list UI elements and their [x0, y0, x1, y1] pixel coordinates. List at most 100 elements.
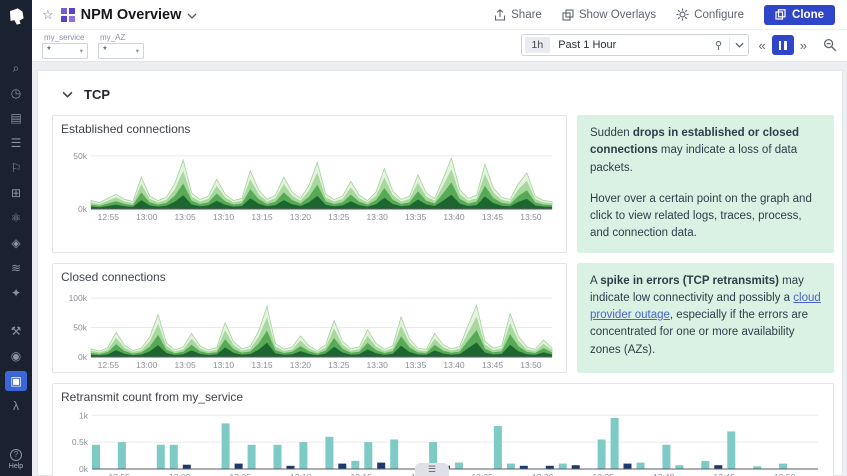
svg-text:13:10: 13:10: [213, 212, 235, 222]
time-range-short: 1h: [524, 37, 551, 53]
note-text: A: [590, 274, 601, 287]
share-button[interactable]: Share: [494, 9, 542, 21]
clone-button[interactable]: Clone: [764, 4, 835, 25]
ci-icon: ⚒: [10, 324, 22, 338]
section-tcp[interactable]: TCP: [62, 87, 834, 102]
time-back-button[interactable]: «: [756, 39, 769, 52]
dashboard-header: ☆ NPM Overview Share Show Overlays Confi…: [32, 0, 847, 30]
sidebar-item-events[interactable]: ☰: [5, 133, 27, 153]
main-area: ☆ NPM Overview Share Show Overlays Confi…: [32, 0, 847, 476]
svg-text:13:40: 13:40: [653, 472, 675, 476]
sidebar-item-search[interactable]: ⌕: [5, 58, 27, 78]
sidebar-help[interactable]: ? Help: [9, 449, 23, 470]
datadog-logo[interactable]: [7, 7, 26, 26]
chart-title: Retransmit count from my_service: [61, 389, 244, 404]
sidebar-item-watchdog[interactable]: ◷: [5, 83, 27, 103]
sidebar-item-ci[interactable]: ⚒: [5, 321, 27, 341]
clone-label: Clone: [792, 8, 824, 21]
note-text: Hover over a certain point on the graph …: [590, 192, 812, 240]
chart-title: Closed connections: [61, 269, 166, 284]
app-window: ⌕ ◷ ▤ ☰ ⚐ ⊞ ⚛ ◈ ≋ ✦ ⚒ ◉ ▣ λ ? Help ☆ NPM Overview: [0, 0, 847, 476]
note-paragraph: A spike in errors (TCP retransmits) may …: [590, 273, 821, 359]
dashboard-panel: TCP Established connections 0k 50k 12:55 13…: [37, 70, 843, 476]
sidebar-item-security[interactable]: ✦: [5, 283, 27, 303]
time-range-picker[interactable]: 1h Past 1 Hour: [520, 34, 749, 56]
svg-text:13:35: 13:35: [405, 360, 427, 370]
apm-icon: ⚛: [10, 211, 22, 225]
svg-text:13:00: 13:00: [169, 472, 191, 476]
pin-icon[interactable]: [713, 40, 724, 51]
variable-value: *: [47, 45, 51, 56]
dashboard-toolbar: my_service * ▾ my_AZ * ▾ 1h Past 1 Hour: [32, 30, 847, 62]
svg-text:13:25: 13:25: [472, 472, 494, 476]
metrics-icon: ▤: [10, 111, 22, 125]
svg-text:12:55: 12:55: [98, 360, 120, 370]
pause-button[interactable]: [771, 35, 794, 55]
dashboard-content: TCP Established connections 0k 50k 12:55 13…: [32, 62, 847, 476]
svg-text:13:50: 13:50: [774, 472, 796, 476]
svg-text:13:15: 13:15: [251, 212, 273, 222]
svg-text:13:10: 13:10: [290, 472, 312, 476]
page-title: NPM Overview: [80, 6, 182, 23]
svg-text:13:20: 13:20: [290, 360, 312, 370]
chevron-down-icon: ▾: [135, 47, 139, 55]
template-variable-my-service: my_service * ▾: [42, 33, 88, 59]
svg-text:12:55: 12:55: [98, 212, 120, 222]
variable-label: my_service: [44, 32, 85, 42]
time-controls: 1h Past 1 Hour « »: [520, 34, 837, 56]
svg-text:13:30: 13:30: [367, 212, 389, 222]
note-text: spike in errors (TCP retransmits): [600, 274, 779, 287]
svg-text:0k: 0k: [79, 464, 89, 474]
template-variable-my-az: my_AZ * ▾: [98, 33, 144, 59]
time-nav-buttons: « »: [756, 35, 810, 55]
svg-text:13:40: 13:40: [443, 360, 465, 370]
dashboard-logo-icon: [60, 7, 75, 22]
svg-text:13:10: 13:10: [213, 360, 235, 370]
sidebar-item-serverless[interactable]: λ: [5, 396, 27, 416]
share-label: Share: [511, 8, 542, 21]
svg-text:0k: 0k: [78, 352, 88, 362]
svg-text:13:35: 13:35: [593, 472, 615, 476]
sidebar: ⌕ ◷ ▤ ☰ ⚐ ⊞ ⚛ ◈ ≋ ✦ ⚒ ◉ ▣ λ ? Help: [0, 0, 32, 476]
svg-text:13:45: 13:45: [714, 472, 736, 476]
synthetics-icon: ◉: [10, 349, 22, 363]
configure-button[interactable]: Configure: [676, 8, 744, 21]
help-label: Help: [8, 463, 24, 470]
zoom-out-button[interactable]: [823, 38, 837, 52]
infrastructure-icon: ◈: [11, 236, 21, 250]
sidebar-item-infrastructure[interactable]: ◈: [5, 233, 27, 253]
sidebar-item-monitors[interactable]: ⚐: [5, 158, 27, 178]
sidebar-item-synthetics[interactable]: ◉: [5, 346, 27, 366]
variable-label: my_AZ: [100, 32, 126, 42]
sidebar-item-logs[interactable]: ≋: [5, 258, 27, 278]
time-forward-button[interactable]: »: [797, 39, 810, 52]
magnifier-minus-icon: [823, 38, 837, 52]
drag-handle[interactable]: ☰: [415, 463, 450, 476]
sidebar-item-apm[interactable]: ⚛: [5, 208, 27, 228]
sidebar-item-network[interactable]: ▣: [5, 371, 27, 391]
chart-tile-retransmit-count: Retransmit count from my_service 0k 0.5k 1…: [52, 382, 834, 476]
svg-text:13:45: 13:45: [482, 212, 504, 222]
variable-select-my-az[interactable]: * ▾: [98, 42, 144, 59]
sidebar-item-metrics[interactable]: ▤: [5, 108, 27, 128]
search-icon: ⌕: [12, 60, 20, 75]
favorite-star-icon[interactable]: ☆: [42, 7, 54, 23]
row-established: Established connections 0k 50k 12:55 13:00 1…: [52, 115, 834, 253]
note-text: Sudden: [590, 127, 633, 139]
svg-text:13:05: 13:05: [230, 472, 252, 476]
list-icon: ☰: [428, 464, 437, 474]
svg-text:13:25: 13:25: [328, 360, 350, 370]
svg-text:12:55: 12:55: [109, 472, 131, 476]
monitors-icon: ⚐: [10, 161, 22, 175]
show-overlays-button[interactable]: Show Overlays: [562, 9, 656, 21]
section-title: TCP: [84, 87, 110, 102]
sidebar-item-integrations[interactable]: ⊞: [5, 183, 27, 203]
closed-connections-chart[interactable]: 0k 50k 100k 12:55 13:00 13:05 13:10 13:15 13:20 1…: [61, 286, 558, 370]
variable-select-my-service[interactable]: * ▾: [42, 42, 88, 59]
established-connections-chart[interactable]: 0k 50k 12:55 13:00 13:05 13:10 13:15 13:20 13:25…: [61, 138, 558, 222]
svg-text:1k: 1k: [79, 410, 89, 420]
variable-value: *: [103, 45, 107, 56]
title-dropdown-chevron-icon[interactable]: [187, 6, 197, 24]
time-dropdown-chevron-icon[interactable]: [735, 42, 744, 48]
svg-text:13:00: 13:00: [136, 212, 158, 222]
